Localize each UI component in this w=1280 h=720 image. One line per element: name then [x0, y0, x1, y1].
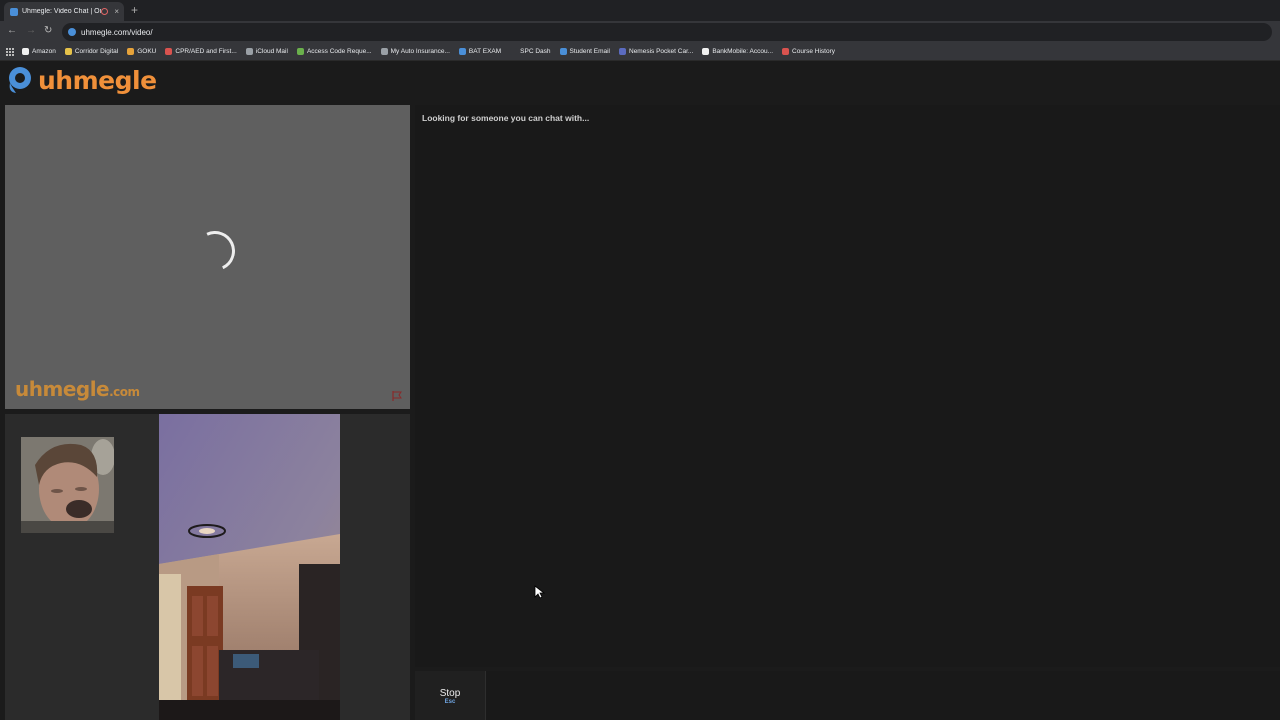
bookmark-label: Course History	[792, 48, 835, 55]
browser-tab-strip: Uhmegle: Video Chat | Om... × +	[0, 0, 1280, 21]
address-bar[interactable]: uhmegle.com/video/	[62, 23, 1272, 41]
bookmarks-bar: Amazon Corridor Digital GOKU CPR/AED and…	[0, 43, 1280, 61]
bookmark-label: BankMobile: Accou...	[712, 48, 774, 55]
user-avatar-thumbnail	[21, 437, 114, 533]
stop-shortcut-hint: Esc	[444, 699, 456, 705]
new-tab-button[interactable]: +	[131, 3, 138, 17]
bookmark-label: iCloud Mail	[255, 48, 288, 55]
bookmark-label: SPC Dash	[520, 48, 551, 55]
back-arrow-icon[interactable]: ←	[7, 25, 17, 36]
mouse-cursor-icon	[534, 585, 546, 599]
bookmark-label: CPR/AED and First...	[175, 48, 237, 55]
recording-indicator-icon	[101, 8, 109, 15]
bookmark-favicon-icon	[245, 48, 253, 55]
bookmark-favicon-icon	[165, 48, 173, 55]
bookmark-student-email[interactable]: Student Email	[559, 48, 610, 55]
site-info-icon[interactable]	[68, 28, 76, 36]
loading-spinner-icon	[189, 225, 241, 277]
bookmark-course-history[interactable]: Course History	[782, 48, 835, 55]
bookmark-bat-exam[interactable]: BAT EXAM	[458, 48, 502, 55]
self-camera-feed	[159, 414, 340, 720]
stranger-video: uhmegle.com	[5, 105, 410, 409]
bookmark-label: Amazon	[32, 48, 56, 55]
bookmark-label: Nemesis Pocket Car...	[629, 48, 694, 55]
bookmark-label: My Auto Insurance...	[390, 48, 450, 55]
bookmark-auto-insurance[interactable]: My Auto Insurance...	[380, 48, 450, 55]
browser-tab[interactable]: Uhmegle: Video Chat | Om... ×	[4, 2, 124, 21]
site-header: uhmegle	[0, 61, 1280, 101]
bookmark-favicon-icon	[458, 48, 466, 55]
reload-icon[interactable]: ↻	[44, 25, 52, 36]
bookmark-favicon-icon	[64, 48, 72, 55]
chat-controls: Stop Esc	[415, 671, 1280, 720]
uhmegle-watermark: uhmegle.com	[15, 377, 140, 401]
bookmark-label: Student Email	[569, 48, 610, 55]
stop-button[interactable]: Stop Esc	[415, 671, 486, 720]
chat-status-message: Looking for someone you can chat with...	[422, 113, 590, 123]
site-logo[interactable]: uhmegle	[6, 65, 157, 95]
bookmark-favicon-icon	[702, 48, 710, 55]
bookmark-favicon-icon	[782, 48, 790, 55]
forward-arrow-icon[interactable]: →	[26, 25, 36, 36]
bookmark-spc-dash[interactable]: SPC Dash	[510, 48, 551, 55]
bookmark-favicon-icon	[380, 48, 388, 55]
bookmark-favicon-icon	[127, 48, 135, 55]
bookmark-favicon-icon	[510, 48, 518, 55]
bookmark-favicon-icon	[619, 48, 626, 55]
self-video-panel	[5, 414, 410, 720]
bookmark-label: BAT EXAM	[468, 48, 502, 55]
watermark-suffix: .com	[109, 385, 140, 399]
stop-button-label: Stop	[439, 688, 461, 699]
bookmark-corridor-digital[interactable]: Corridor Digital	[64, 48, 119, 55]
bookmark-amazon[interactable]: Amazon	[22, 48, 56, 55]
bookmark-access-code[interactable]: Access Code Reque...	[296, 48, 372, 55]
bookmark-goku[interactable]: GOKU	[127, 48, 156, 55]
bookmark-label: GOKU	[137, 48, 157, 55]
bookmark-nemesis[interactable]: Nemesis Pocket Car...	[619, 48, 693, 55]
bookmark-favicon-icon	[559, 48, 567, 55]
bookmark-bankmobile[interactable]: BankMobile: Accou...	[702, 48, 773, 55]
bookmark-label: Corridor Digital	[74, 48, 119, 55]
tab-title: Uhmegle: Video Chat | Om...	[22, 8, 101, 15]
watermark-main: uhmegle	[15, 377, 110, 401]
report-flag-icon[interactable]	[391, 390, 403, 402]
tab-close-icon[interactable]: ×	[114, 7, 119, 16]
uhmegle-logo-icon	[9, 67, 31, 93]
bookmark-favicon-icon	[296, 48, 304, 55]
browser-toolbar: ← → ↻ uhmegle.com/video/	[0, 21, 1280, 43]
address-url: uhmegle.com/video/	[81, 27, 153, 37]
apps-grid-icon[interactable]	[6, 47, 14, 56]
chat-log: Looking for someone you can chat with...	[415, 105, 1280, 667]
bookmark-icloud-mail[interactable]: iCloud Mail	[245, 48, 288, 55]
bookmark-favicon-icon	[22, 48, 29, 55]
site-favicon-icon	[10, 7, 18, 16]
bookmark-cpr-aed[interactable]: CPR/AED and First...	[165, 48, 237, 55]
bookmark-label: Access Code Reque...	[306, 48, 372, 55]
logo-text: uhmegle	[38, 65, 157, 95]
